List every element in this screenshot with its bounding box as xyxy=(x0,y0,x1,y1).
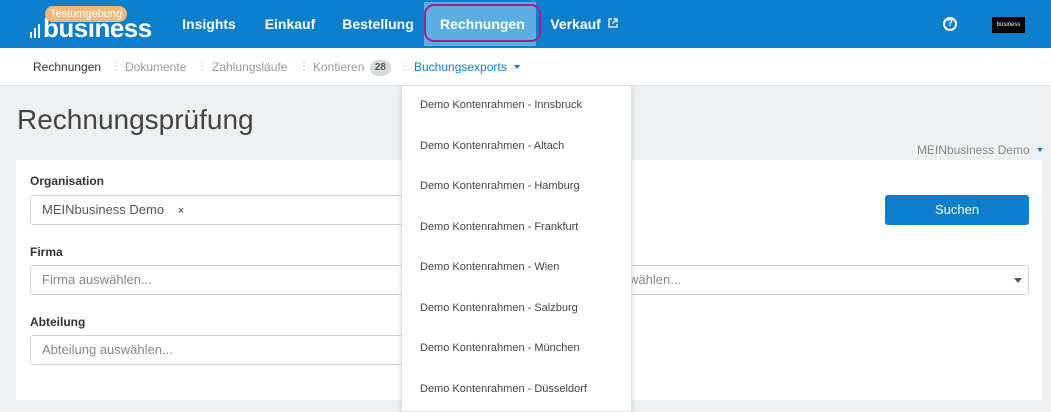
nav-active-highlight: Rechnungen xyxy=(424,4,541,42)
nav-label: Verkauf xyxy=(550,16,601,32)
environment-badge: Testumgebung xyxy=(45,6,128,22)
caret-down-icon xyxy=(1037,148,1043,152)
second-select[interactable]: wählen... xyxy=(612,265,1029,295)
subnav-label: Dokumente xyxy=(125,60,187,74)
firma-placeholder: Firma auswählen... xyxy=(42,272,152,287)
bars-icon xyxy=(30,22,42,38)
subnav-buchungsexports[interactable]: Buchungsexports xyxy=(414,48,521,86)
dropdown-item[interactable]: Demo Kontenrahmen - Frankfurt xyxy=(420,217,578,237)
nav-insights[interactable]: Insights xyxy=(172,0,246,48)
help-icon[interactable]: ? xyxy=(943,17,957,31)
second-select-placeholder: wählen... xyxy=(629,272,682,287)
count-badge: 28 xyxy=(369,60,391,76)
buchungsexports-dropdown: Demo Kontenrahmen - Innsbruck Demo Konte… xyxy=(401,85,632,412)
top-bar: business Testumgebung Insights Einkauf B… xyxy=(0,0,1051,48)
dropdown-item[interactable]: Demo Kontenrahmen - Innsbruck xyxy=(420,95,582,115)
sub-navigation: Rechnungen ⋮ Dokumente ⋮ Zahlungsläufe ⋮… xyxy=(0,48,1051,86)
abteilung-select[interactable]: Abteilung auswählen... xyxy=(30,335,430,365)
page-title: Rechnungsprüfung xyxy=(17,104,254,135)
dropdown-item[interactable]: Demo Kontenrahmen - Hamburg xyxy=(420,176,580,196)
subnav-zahlungslaeufe[interactable]: Zahlungsläufe xyxy=(212,48,287,86)
dropdown-item[interactable]: Demo Kontenrahmen - Düsseldorf xyxy=(420,379,587,399)
separator: ⋮ xyxy=(298,59,310,73)
subnav-label: Zahlungsläufe xyxy=(212,60,288,74)
search-button[interactable]: Suchen xyxy=(885,195,1029,225)
dropdown-item[interactable]: Demo Kontenrahmen - München xyxy=(420,338,580,358)
firma-select[interactable]: Firma auswählen... xyxy=(30,265,430,295)
dropdown-item[interactable]: Demo Kontenrahmen - Salzburg xyxy=(420,298,578,318)
brand-logo[interactable]: business Testumgebung xyxy=(30,6,152,43)
nav-rechnungen[interactable]: Rechnungen xyxy=(424,2,541,46)
dropdown-item[interactable]: Demo Kontenrahmen - Altach xyxy=(420,136,564,156)
separator: ⋮ xyxy=(196,59,208,73)
nav-einkauf[interactable]: Einkauf xyxy=(256,0,324,48)
firma-label: Firma xyxy=(30,245,63,259)
caret-down-icon xyxy=(1014,278,1022,283)
nav-label: Rechnungen xyxy=(440,16,525,32)
subnav-label: Buchungsexports xyxy=(414,60,507,74)
subnav-label: Kontieren xyxy=(313,60,365,74)
organisation-switcher-label: MEINbusiness Demo xyxy=(916,143,1030,157)
abteilung-label: Abteilung xyxy=(30,315,86,329)
organisation-label: Organisation xyxy=(30,174,105,188)
nav-label: Einkauf xyxy=(264,16,316,32)
separator: ⋮ xyxy=(110,59,122,73)
account-logo[interactable]: business xyxy=(992,17,1025,33)
nav-label: Bestellung xyxy=(342,16,414,32)
nav-label: Insights xyxy=(182,16,236,32)
remove-tag-icon[interactable]: × xyxy=(178,205,184,217)
nav-bestellung[interactable]: Bestellung xyxy=(334,0,422,48)
abteilung-placeholder: Abteilung auswählen... xyxy=(42,342,173,357)
nav-verkauf[interactable]: Verkauf xyxy=(544,0,624,48)
organisation-tag: MEINbusiness Demo xyxy=(42,202,165,217)
subnav-kontieren[interactable]: Kontieren 28 xyxy=(313,48,391,86)
subnav-label: Rechnungen xyxy=(33,60,102,74)
organisation-switcher[interactable]: MEINbusiness Demo xyxy=(917,143,1043,157)
dropdown-item[interactable]: Demo Kontenrahmen - Wien xyxy=(420,257,559,277)
organisation-select[interactable]: MEINbusiness Demo × xyxy=(30,195,430,225)
caret-down-icon xyxy=(514,65,521,69)
subnav-dokumente[interactable]: Dokumente xyxy=(125,48,186,86)
separator: ⋮ xyxy=(399,59,411,73)
external-link-icon xyxy=(608,18,618,28)
subnav-rechnungen[interactable]: Rechnungen xyxy=(33,48,101,86)
